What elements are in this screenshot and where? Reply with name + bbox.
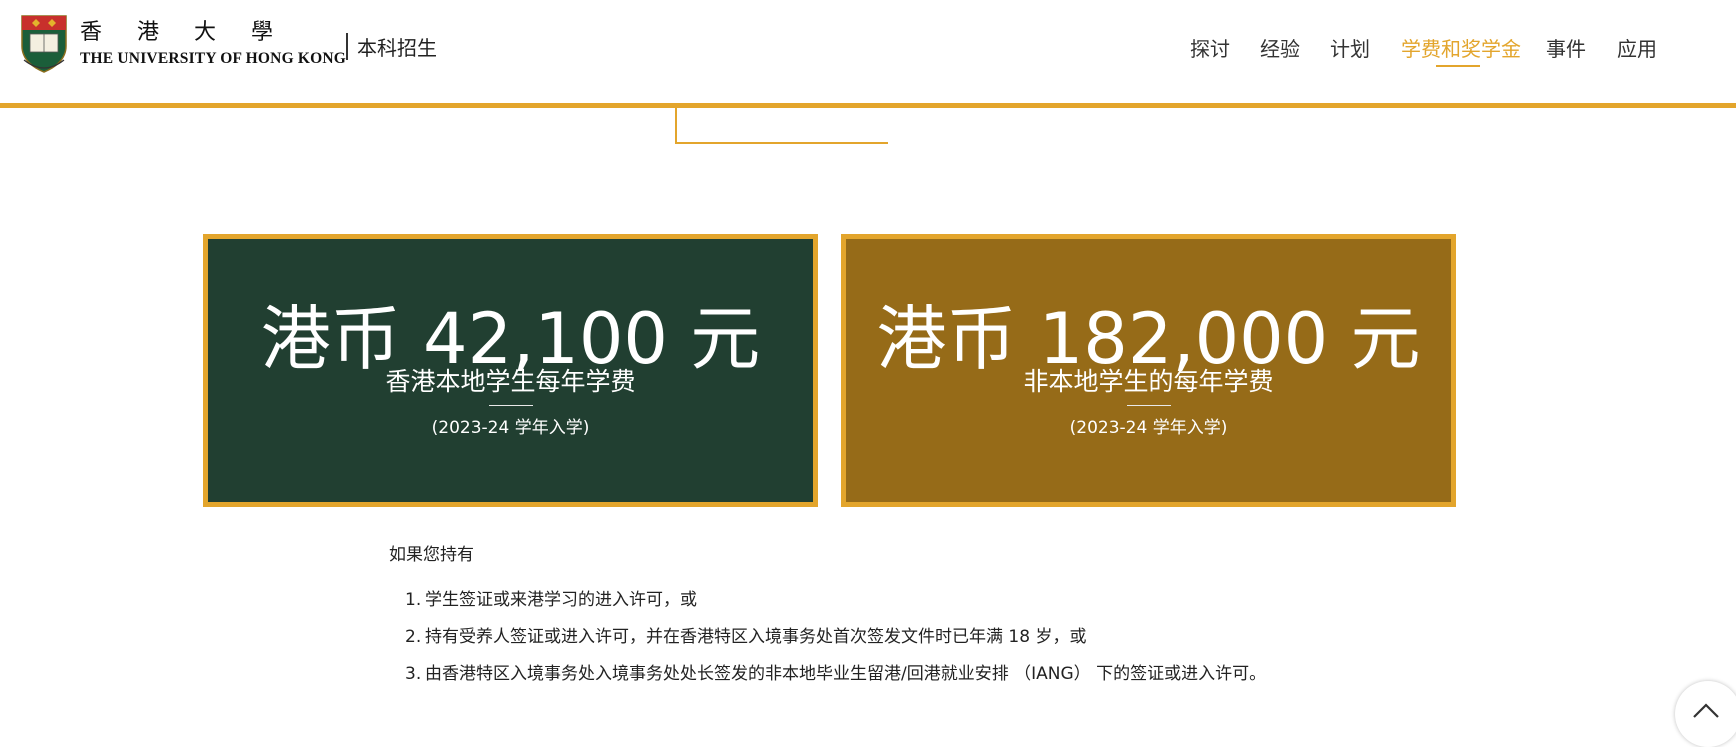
list-item-text: 由香港特区入境事务处入境事务处处长签发的非本地毕业生留港/回港就业安排 （IAN…	[425, 664, 1267, 684]
decorative-line-horizontal	[675, 142, 888, 144]
local-fee-note: (2023-24 学年入学)	[431, 418, 590, 438]
chevron-up-icon	[1693, 703, 1719, 718]
list-item-number: 3.	[405, 664, 422, 684]
conditions-list: 1. 学生签证或来港学习的进入许可，或 2. 持有受养人签证或进入许可，并在香港…	[389, 586, 1269, 697]
nav-item-apply[interactable]: 应用	[1617, 33, 1657, 62]
nonlocal-fee-note: (2023-24 学年入学)	[1069, 418, 1228, 438]
nav-item-explore[interactable]: 探讨	[1190, 33, 1230, 62]
nonlocal-fee-card: 港币 182,000 元 非本地学生的每年学费 (2023-24 学年入学)	[841, 234, 1456, 507]
list-item-number: 2.	[405, 627, 422, 647]
main-nav: 探讨 经验 计划 学费和奖学金 事件 应用	[0, 33, 1736, 73]
local-fee-separator	[488, 405, 533, 406]
nav-item-fees-scholarships[interactable]: 学费和奖学金	[1401, 33, 1521, 62]
decorative-line-vertical	[675, 108, 677, 143]
nav-item-experience[interactable]: 经验	[1260, 33, 1300, 62]
header-accent-rule	[0, 103, 1736, 108]
site-header: 香 港 大 學 THE UNIVERSITY OF HONG KONG 本科招生…	[0, 0, 1736, 105]
list-item: 2. 持有受养人签证或进入许可，并在香港特区入境事务处首次签发文件时已年满 18…	[389, 623, 1269, 651]
back-to-top-button[interactable]	[1675, 681, 1736, 747]
local-fee-card: 港币 42,100 元 香港本地学生每年学费 (2023-24 学年入学)	[203, 234, 818, 507]
nav-item-programmes[interactable]: 计划	[1330, 33, 1370, 62]
list-item: 1. 学生签证或来港学习的进入许可，或	[389, 586, 1269, 614]
nav-active-underline	[1436, 65, 1480, 67]
nav-item-events[interactable]: 事件	[1546, 33, 1586, 62]
local-fee-label: 香港本地学生每年学费	[385, 367, 636, 396]
nonlocal-fee-separator	[1126, 405, 1171, 406]
list-item-number: 1.	[405, 590, 422, 610]
nonlocal-fee-label: 非本地学生的每年学费	[1023, 367, 1274, 396]
conditions-intro: 如果您持有	[389, 545, 474, 565]
list-item: 3. 由香港特区入境事务处入境事务处处长签发的非本地毕业生留港/回港就业安排 （…	[389, 660, 1269, 688]
list-item-text: 学生签证或来港学习的进入许可，或	[425, 590, 697, 610]
list-item-text: 持有受养人签证或进入许可，并在香港特区入境事务处首次签发文件时已年满 18 岁，…	[425, 627, 1087, 647]
